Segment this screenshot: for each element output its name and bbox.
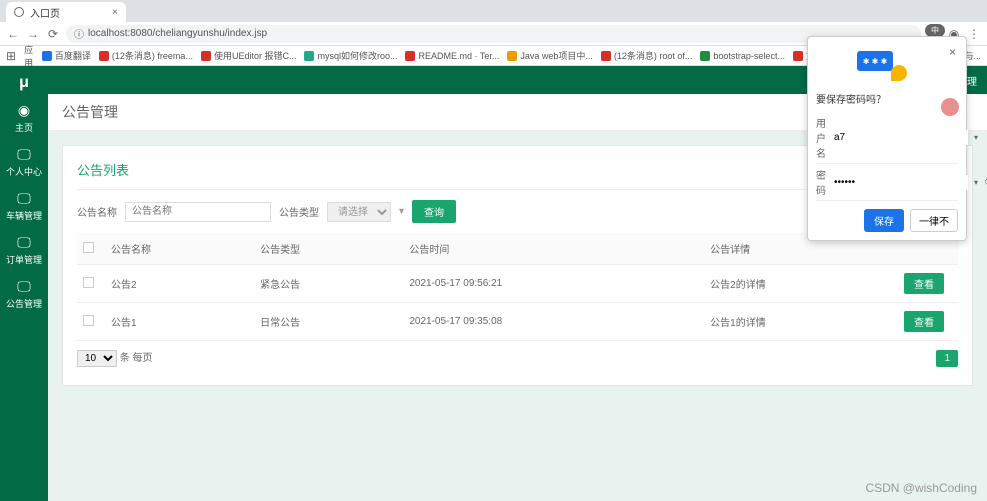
close-icon[interactable]: × — [949, 45, 956, 59]
reload-icon[interactable]: ⟳ — [46, 27, 60, 41]
query-button[interactable]: 查询 — [412, 200, 456, 223]
password-field[interactable] — [832, 175, 968, 190]
dashboard-icon: ◉ — [0, 102, 48, 119]
monitor-icon: 🖵 — [0, 278, 48, 295]
filter-name-input[interactable] — [125, 202, 271, 222]
globe-icon — [14, 7, 24, 17]
filter-type-select[interactable]: 请选择 — [327, 202, 391, 222]
cell-type: 紧急公告 — [254, 265, 403, 303]
bookmark-icon — [601, 51, 611, 61]
view-button[interactable]: 查看 — [904, 311, 944, 332]
cell-type: 日常公告 — [254, 303, 403, 341]
cell-detail: 公告2的详情 — [704, 265, 898, 303]
notice-table: 公告名称 公告类型 公告时间 公告详情 公告2 紧急公告 2021-05-17 … — [77, 233, 958, 341]
bookmark-icon — [405, 51, 415, 61]
never-button[interactable]: 一律不 — [910, 209, 958, 232]
cell-name: 公告1 — [105, 303, 254, 341]
bookmark-item[interactable]: mysql如何修改roo... — [304, 49, 397, 62]
table-row: 公告1 日常公告 2021-05-17 09:35:08 公告1的详情 查看 — [77, 303, 958, 341]
sidebar-item-home[interactable]: ◉主页 — [0, 96, 48, 140]
filter-type-label: 公告类型 — [279, 204, 319, 219]
app-logo[interactable]: μ — [19, 70, 29, 96]
page-size-select[interactable]: 10 — [77, 350, 117, 367]
sidebar-item-notice[interactable]: 🖵公告管理 — [0, 272, 48, 316]
cell-name: 公告2 — [105, 265, 254, 303]
monitor-icon: 🖵 — [0, 234, 48, 251]
sidebar-item-order[interactable]: 🖵订单管理 — [0, 228, 48, 272]
forward-icon[interactable]: → — [26, 27, 40, 41]
chevron-down-icon[interactable]: ▾ — [399, 206, 404, 217]
bookmark-item[interactable]: (12条消息) freema... — [99, 49, 193, 62]
checkbox-all[interactable] — [83, 242, 94, 253]
apps-label[interactable]: 应用 — [24, 43, 34, 69]
bookmark-icon — [42, 51, 52, 61]
sidebar-item-profile[interactable]: 🖵个人中心 — [0, 140, 48, 184]
page-size-label: 条 每页 — [120, 353, 153, 364]
col-name: 公告名称 — [105, 233, 254, 265]
username-field[interactable] — [832, 130, 968, 145]
watermark: CSDN @wishCoding — [865, 481, 977, 495]
filter-name-label: 公告名称 — [77, 204, 117, 219]
tab-title: 入口页 — [30, 5, 60, 20]
card-icon: ✱ ✱ ✱ — [857, 51, 893, 71]
sidebar: μ ◉主页 🖵个人中心 🖵车辆管理 🖵订单管理 🖵公告管理 — [0, 66, 48, 501]
chevron-down-icon[interactable]: ▾ — [974, 133, 978, 142]
username-label: 用户名 — [816, 115, 826, 160]
save-button[interactable]: 保存 — [864, 209, 904, 232]
monitor-icon: 🖵 — [0, 146, 48, 163]
menu-icon[interactable]: ⋮ — [967, 27, 981, 41]
bookmark-item[interactable]: bootstrap-select... — [700, 51, 785, 61]
bookmark-icon — [304, 51, 314, 61]
back-icon[interactable]: ← — [6, 27, 20, 41]
cell-time: 2021-05-17 09:56:21 — [403, 265, 704, 303]
sidebar-item-vehicle[interactable]: 🖵车辆管理 — [0, 184, 48, 228]
browser-tab[interactable]: 入口页 × — [6, 2, 126, 22]
monitor-icon: 🖵 — [0, 190, 48, 207]
url-text: localhost:8080/cheliangyunshu/index.jsp — [88, 28, 267, 39]
apps-icon[interactable]: ⊞ — [6, 49, 16, 63]
bookmark-item[interactable]: (12条消息) root of... — [601, 49, 693, 62]
col-time: 公告时间 — [403, 233, 704, 265]
row-checkbox[interactable] — [83, 277, 94, 288]
bookmark-item[interactable]: Java web项目中... — [507, 49, 593, 62]
bookmark-icon — [201, 51, 211, 61]
close-tab-icon[interactable]: × — [112, 7, 118, 18]
bookmark-icon — [507, 51, 517, 61]
chrome-tabstrip: 入口页 × — [0, 0, 987, 22]
password-label: 密码 — [816, 167, 826, 197]
key-icon — [891, 65, 907, 81]
bookmark-icon — [99, 51, 109, 61]
row-checkbox[interactable] — [83, 315, 94, 326]
cell-time: 2021-05-17 09:35:08 — [403, 303, 704, 341]
bookmark-icon — [793, 51, 803, 61]
bookmark-icon — [700, 51, 710, 61]
col-type: 公告类型 — [254, 233, 403, 265]
popup-title: 要保存密码吗？ — [816, 91, 958, 112]
cell-detail: 公告1的详情 — [704, 303, 898, 341]
bookmark-item[interactable]: README.md · Ter... — [405, 51, 499, 61]
bookmark-item[interactable]: 使用UEditor 报错C... — [201, 49, 297, 62]
bookmark-item[interactable]: 百度翻译 — [42, 49, 91, 62]
chevron-down-icon[interactable]: ▾ — [974, 178, 978, 187]
table-row: 公告2 紧急公告 2021-05-17 09:56:21 公告2的详情 查看 — [77, 265, 958, 303]
save-password-popup: ✱ ✱ ✱ × 要保存密码吗？ 用户名 ▾ 密码 ▾ 👁 保存 一律不 — [807, 36, 967, 241]
view-button[interactable]: 查看 — [904, 273, 944, 294]
info-icon: ⓘ — [74, 26, 84, 41]
pagination: 10 条 每页 1 — [77, 341, 958, 375]
password-illustration: ✱ ✱ ✱ — [857, 51, 917, 81]
page-number[interactable]: 1 — [936, 350, 958, 367]
omnibox[interactable]: ⓘ localhost:8080/cheliangyunshu/index.js… — [66, 25, 921, 43]
